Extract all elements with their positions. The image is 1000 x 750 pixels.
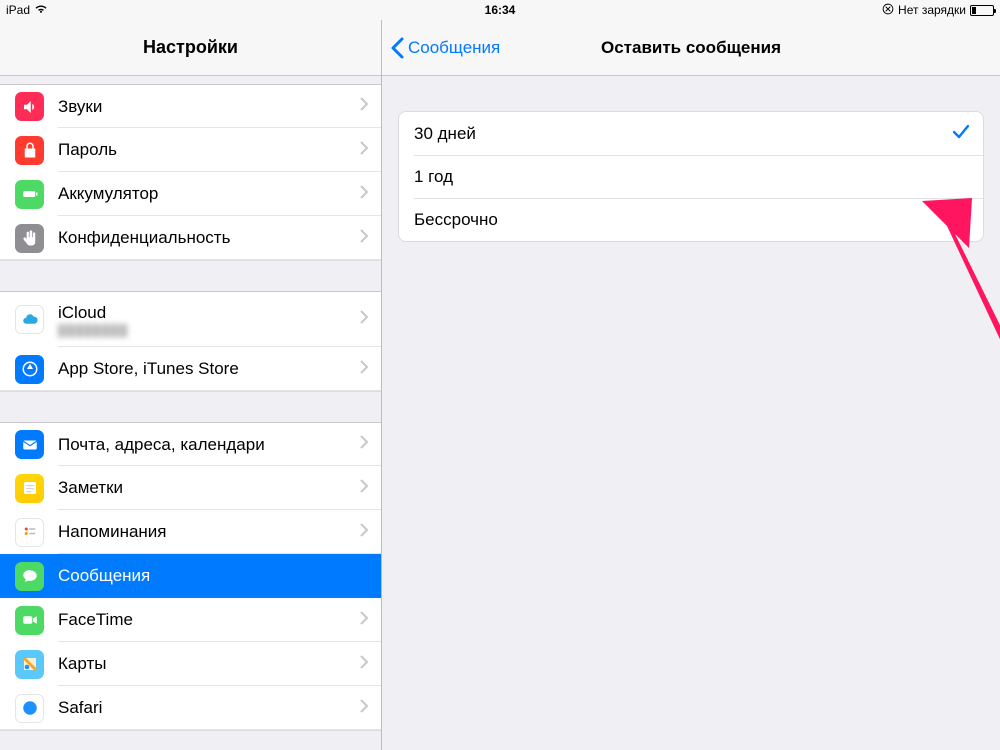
- sidebar-item-label: Карты: [58, 654, 106, 674]
- sidebar-item-label: FaceTime: [58, 610, 133, 630]
- checkmark-icon: [953, 124, 969, 144]
- sidebar-item-mail[interactable]: Почта, адреса, календари: [0, 422, 381, 466]
- notes-icon: [15, 474, 44, 503]
- chevron-right-icon: [360, 97, 368, 116]
- chevron-right-icon: [360, 655, 368, 674]
- detail-header: Сообщения Оставить сообщения: [382, 20, 1000, 76]
- annotation-arrow-icon: [877, 196, 1000, 750]
- sidebar-item-label: Аккумулятор: [58, 184, 158, 204]
- mail-icon: [15, 430, 44, 459]
- charging-text: Нет зарядки: [898, 3, 966, 17]
- back-label: Сообщения: [408, 38, 500, 58]
- chevron-right-icon: [360, 479, 368, 498]
- sidebar-item-label: Заметки: [58, 478, 123, 498]
- lock-icon: [15, 136, 44, 165]
- wifi-icon: [34, 3, 48, 17]
- sidebar-item-label: Сообщения: [58, 566, 150, 586]
- maps-icon: [15, 650, 44, 679]
- chevron-right-icon: [360, 523, 368, 542]
- sidebar-item-label: App Store, iTunes Store: [58, 359, 239, 379]
- sidebar-item-label: Звуки: [58, 97, 102, 117]
- chevron-left-icon: [390, 37, 404, 59]
- sidebar-item-facetime[interactable]: FaceTime: [0, 598, 381, 642]
- safari-icon: [15, 694, 44, 723]
- appstore-icon: [15, 355, 44, 384]
- back-button[interactable]: Сообщения: [390, 37, 500, 59]
- sidebar-item-appstore[interactable]: App Store, iTunes Store: [0, 347, 381, 391]
- sidebar-item-label: Конфиденциальность: [58, 228, 230, 248]
- messages-icon: [15, 562, 44, 591]
- sidebar-item-label: Напоминания: [58, 522, 167, 542]
- sidebar-item-passcode[interactable]: Пароль: [0, 128, 381, 172]
- sidebar-item-maps[interactable]: Карты: [0, 642, 381, 686]
- chevron-right-icon: [360, 141, 368, 160]
- facetime-icon: [15, 606, 44, 635]
- hand-icon: [15, 224, 44, 253]
- chevron-right-icon: [360, 229, 368, 248]
- reminders-icon: [15, 518, 44, 547]
- battery-settings-icon: [15, 180, 44, 209]
- icloud-account: ████████: [58, 325, 128, 337]
- detail-pane: Сообщения Оставить сообщения 30 дней 1 г…: [382, 20, 1000, 750]
- detail-title: Оставить сообщения: [601, 38, 781, 58]
- status-bar: iPad 16:34 Нет зарядки: [0, 0, 1000, 20]
- sidebar-item-label: Пароль: [58, 140, 117, 160]
- chevron-right-icon: [360, 611, 368, 630]
- device-label: iPad: [6, 3, 30, 17]
- sidebar-title: Настройки: [0, 20, 381, 76]
- option-30-days[interactable]: 30 дней: [399, 112, 983, 155]
- sidebar-item-label: Safari: [58, 698, 102, 718]
- option-1-year[interactable]: 1 год: [399, 155, 983, 198]
- option-forever[interactable]: Бессрочно: [399, 198, 983, 241]
- sidebar-item-messages[interactable]: Сообщения: [0, 554, 381, 598]
- sidebar-item-battery[interactable]: Аккумулятор: [0, 172, 381, 216]
- sidebar-item-label: Почта, адреса, календари: [58, 435, 265, 455]
- option-label: 30 дней: [414, 124, 476, 144]
- battery-icon: [970, 5, 994, 16]
- option-label: 1 год: [414, 167, 453, 187]
- chevron-right-icon: [360, 310, 368, 329]
- sidebar-item-reminders[interactable]: Напоминания: [0, 510, 381, 554]
- chevron-right-icon: [360, 185, 368, 204]
- no-charge-icon: [882, 3, 894, 18]
- clock: 16:34: [485, 3, 516, 17]
- settings-sidebar: Настройки Звуки Пароль Аккумулятор Ко: [0, 20, 382, 750]
- sound-icon: [15, 92, 44, 121]
- keep-messages-options: 30 дней 1 год Бессрочно: [398, 111, 984, 242]
- chevron-right-icon: [360, 435, 368, 454]
- sidebar-item-icloud[interactable]: iCloud ████████: [0, 291, 381, 347]
- sidebar-item-sounds[interactable]: Звуки: [0, 84, 381, 128]
- option-label: Бессрочно: [414, 210, 498, 230]
- icloud-icon: [15, 305, 44, 334]
- sidebar-item-notes[interactable]: Заметки: [0, 466, 381, 510]
- sidebar-item-safari[interactable]: Safari: [0, 686, 381, 730]
- chevron-right-icon: [360, 699, 368, 718]
- sidebar-item-label: iCloud: [58, 303, 128, 323]
- sidebar-item-privacy[interactable]: Конфиденциальность: [0, 216, 381, 260]
- chevron-right-icon: [360, 360, 368, 379]
